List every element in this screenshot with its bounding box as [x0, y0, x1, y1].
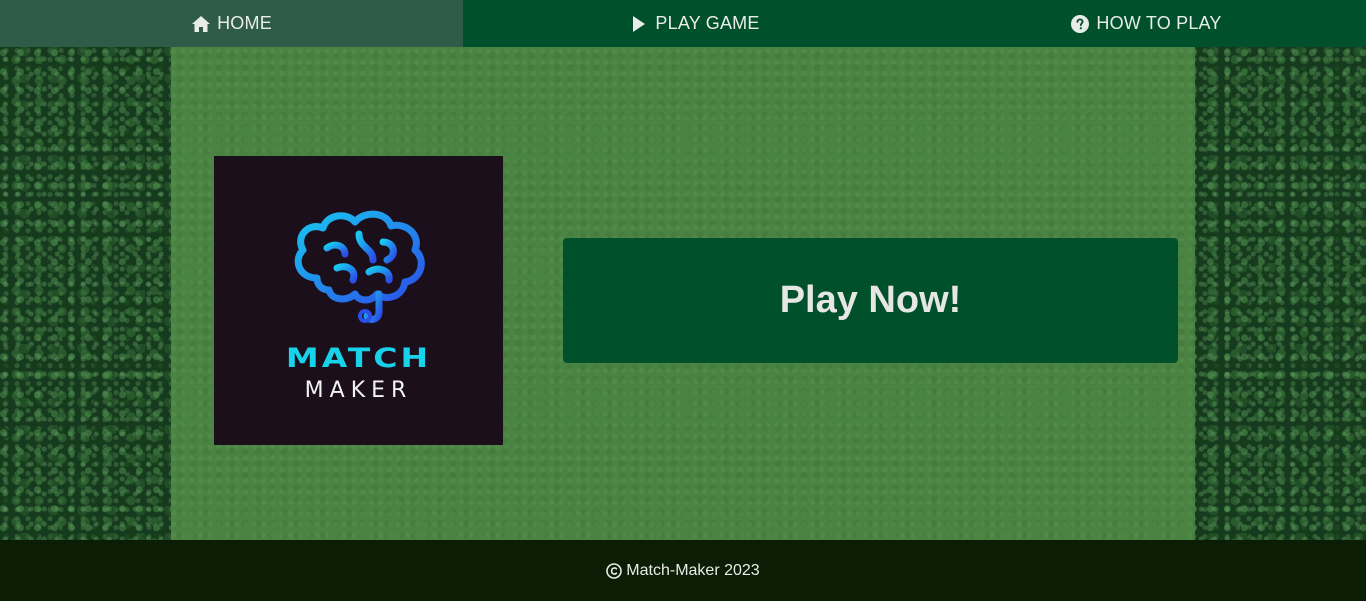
nav-play-game-label: PLAY GAME	[655, 13, 760, 33]
logo-subtitle: MAKER	[304, 378, 413, 403]
nav-home-label: HOME	[217, 13, 272, 33]
top-navbar: HOME PLAY GAME HOW TO PLAY	[0, 0, 1366, 47]
copyright-icon	[606, 562, 623, 579]
brain-icon	[294, 210, 425, 323]
question-circle-icon	[1070, 14, 1090, 34]
logo-title: MATCH	[285, 341, 432, 374]
play-now-button[interactable]: Play Now!	[563, 238, 1178, 363]
nav-how-to-play-label: HOW TO PLAY	[1096, 13, 1222, 33]
footer-text: Match-Maker 2023	[626, 561, 760, 579]
main-panel: MATCH MAKER Play Now!	[171, 47, 1195, 540]
nav-home[interactable]: HOME	[0, 0, 463, 47]
match-maker-logo: MATCH MAKER	[214, 156, 503, 445]
play-icon	[629, 14, 649, 34]
home-icon	[191, 14, 211, 34]
nav-play-game[interactable]: PLAY GAME	[463, 0, 926, 47]
footer: Match-Maker 2023	[0, 540, 1366, 601]
nav-how-to-play[interactable]: HOW TO PLAY	[926, 0, 1366, 47]
